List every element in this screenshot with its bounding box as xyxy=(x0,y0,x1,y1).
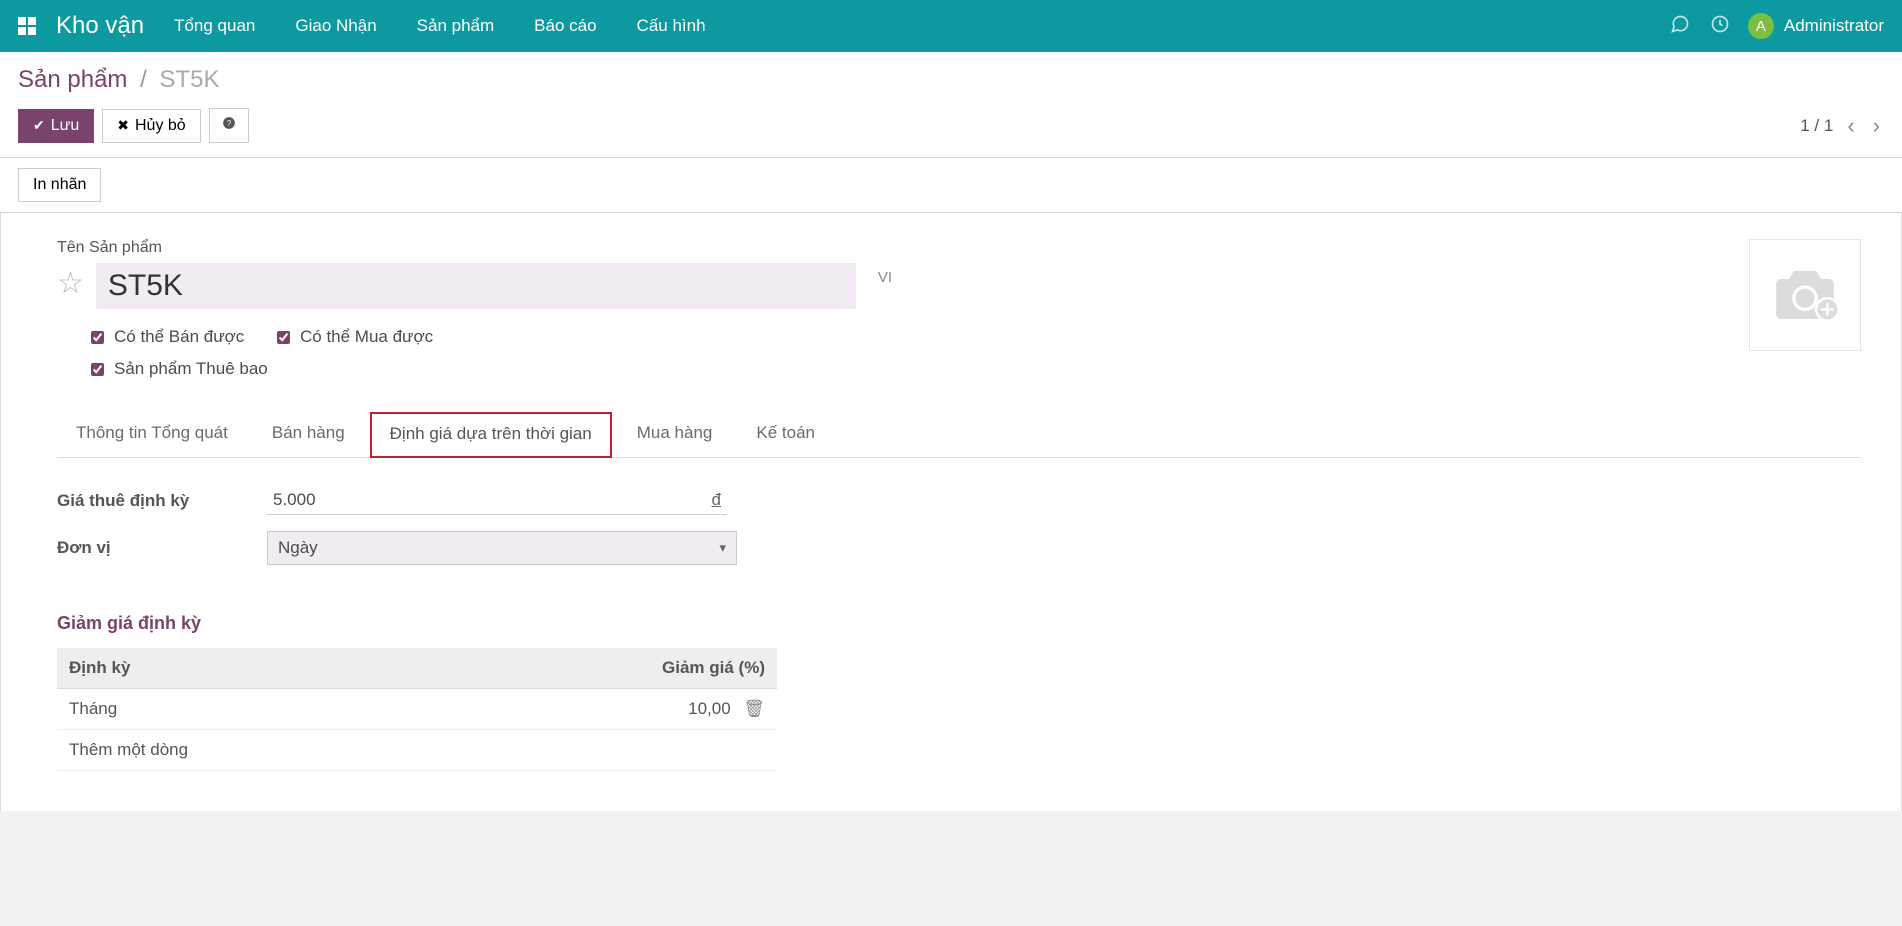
nav-reports[interactable]: Báo cáo xyxy=(534,16,596,36)
pager-next-icon[interactable]: › xyxy=(1869,113,1884,139)
check-can-sell-box[interactable] xyxy=(91,331,104,344)
trash-icon[interactable]: 🗑 xyxy=(743,699,765,718)
product-image-placeholder[interactable] xyxy=(1749,239,1861,351)
discount-table: Định kỳ Giảm giá (%) Tháng 10,00 🗑 Thêm … xyxy=(57,648,777,771)
add-row-link[interactable]: Thêm một dòng xyxy=(57,730,777,771)
discard-label: Hủy bỏ xyxy=(135,117,186,135)
language-badge[interactable]: VI xyxy=(868,263,902,292)
help-icon: ? xyxy=(222,116,236,135)
check-can-buy-label: Có thể Mua được xyxy=(300,327,433,347)
apps-icon[interactable] xyxy=(18,17,36,35)
breadcrumb: Sản phẩm / ST5K xyxy=(18,66,1884,94)
pager-prev-icon[interactable]: ‹ xyxy=(1843,113,1858,139)
save-label: Lưu xyxy=(51,117,80,135)
close-icon: ✖ xyxy=(117,117,129,134)
unit-label: Đơn vị xyxy=(57,538,267,558)
tabs: Thông tin Tổng quát Bán hàng Định giá dự… xyxy=(57,411,1861,458)
avatar[interactable]: A xyxy=(1748,13,1774,39)
tab-general[interactable]: Thông tin Tổng quát xyxy=(57,412,247,458)
tab-purchase[interactable]: Mua hàng xyxy=(618,412,732,458)
secondary-bar: In nhãn xyxy=(0,158,1902,213)
check-subscription[interactable]: Sản phẩm Thuê bao xyxy=(91,359,268,379)
product-name-input[interactable] xyxy=(96,263,856,309)
form-sheet: Tên Sản phẩm ☆ VI Có thể Bán được Có thể… xyxy=(0,213,1902,811)
recurring-price-value: 5.000 xyxy=(273,490,316,510)
check-icon: ✔ xyxy=(33,117,45,134)
svg-text:?: ? xyxy=(226,119,231,128)
product-name-label: Tên Sản phẩm xyxy=(57,239,1749,257)
check-subscription-box[interactable] xyxy=(91,363,104,376)
nav-overview[interactable]: Tổng quan xyxy=(174,16,255,36)
chat-icon[interactable] xyxy=(1670,14,1690,39)
discount-col-percent: Giảm giá (%) xyxy=(347,648,777,689)
brand[interactable]: Kho vận xyxy=(56,12,144,40)
discard-button[interactable]: ✖ Hủy bỏ xyxy=(102,109,200,143)
currency-unit: đ xyxy=(712,490,721,510)
save-button[interactable]: ✔ Lưu xyxy=(18,109,94,143)
print-label-button[interactable]: In nhãn xyxy=(18,168,101,202)
tab-content: Giá thuê định kỳ 5.000 đ Đơn vị Ngày ▾ G… xyxy=(57,458,1861,771)
pager-text: 1 / 1 xyxy=(1800,116,1833,136)
breadcrumb-separator: / xyxy=(140,66,147,93)
recurring-price-label: Giá thuê định kỳ xyxy=(57,491,267,511)
table-row[interactable]: Tháng 10,00 🗑 xyxy=(57,689,777,730)
nav-transfers[interactable]: Giao Nhận xyxy=(295,16,376,36)
check-can-buy[interactable]: Có thể Mua được xyxy=(277,327,433,347)
breadcrumb-parent[interactable]: Sản phẩm xyxy=(18,66,127,93)
check-can-sell-label: Có thể Bán được xyxy=(114,327,244,347)
nav-products[interactable]: Sản phẩm xyxy=(417,16,495,36)
breadcrumb-current: ST5K xyxy=(159,66,219,93)
username[interactable]: Administrator xyxy=(1784,16,1884,36)
discount-period-cell[interactable]: Tháng xyxy=(57,689,347,730)
chevron-down-icon: ▾ xyxy=(719,540,726,556)
discount-col-period: Định kỳ xyxy=(57,648,347,689)
unit-select[interactable]: Ngày ▾ xyxy=(267,531,737,565)
recurring-price-input[interactable]: 5.000 đ xyxy=(267,486,727,515)
camera-plus-icon xyxy=(1765,260,1845,330)
top-navbar: Kho vận Tổng quan Giao Nhận Sản phẩm Báo… xyxy=(0,0,1902,52)
check-can-buy-box[interactable] xyxy=(277,331,290,344)
tab-accounting[interactable]: Kế toán xyxy=(737,412,834,458)
nav-config[interactable]: Cấu hình xyxy=(637,16,706,36)
tab-sales[interactable]: Bán hàng xyxy=(253,412,364,458)
tab-time-pricing[interactable]: Định giá dựa trên thời gian xyxy=(370,412,612,458)
clock-icon[interactable] xyxy=(1710,14,1730,39)
check-subscription-label: Sản phẩm Thuê bao xyxy=(114,359,268,379)
discount-percent-cell[interactable]: 10,00 🗑 xyxy=(347,689,777,730)
discount-section-title: Giảm giá định kỳ xyxy=(57,613,1861,634)
control-panel: Sản phẩm / ST5K ✔ Lưu ✖ Hủy bỏ ? 1 / 1 ‹… xyxy=(0,52,1902,158)
pager: 1 / 1 ‹ › xyxy=(1800,113,1884,139)
unit-value: Ngày xyxy=(278,538,318,558)
check-can-sell[interactable]: Có thể Bán được xyxy=(91,327,244,347)
favorite-star-icon[interactable]: ☆ xyxy=(57,269,84,299)
help-button[interactable]: ? xyxy=(209,108,249,143)
